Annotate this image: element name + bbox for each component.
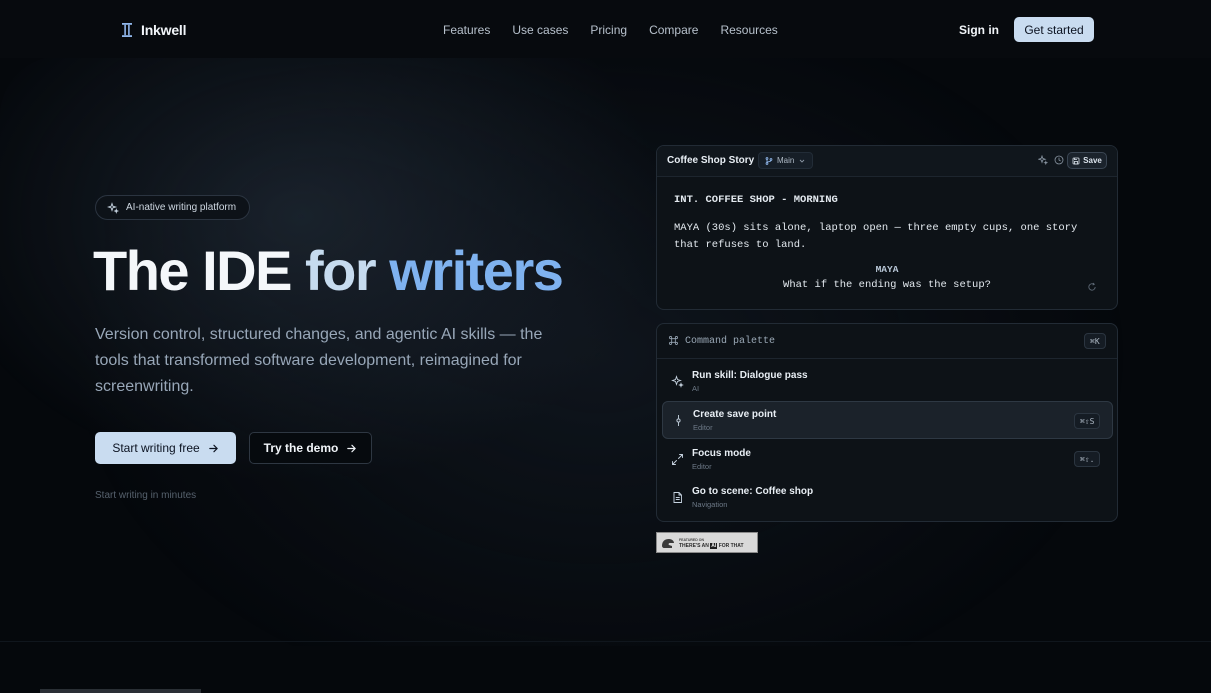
refresh-icon[interactable] bbox=[1087, 282, 1097, 292]
badge-label: AI-native writing platform bbox=[126, 202, 237, 213]
command-name: Run skill: Dialogue pass bbox=[692, 370, 808, 381]
command-shortcut: ⌘⇧S bbox=[1074, 413, 1101, 429]
command-category: Navigation bbox=[692, 500, 728, 509]
branch-name: Main bbox=[777, 156, 795, 165]
robot-hand-icon bbox=[662, 538, 674, 548]
document-title: Coffee Shop Story bbox=[667, 155, 755, 166]
platform-badge: AI-native writing platform bbox=[95, 195, 251, 220]
expand-arrows-icon bbox=[672, 454, 683, 465]
sponsor-text-after: FOR THAT bbox=[718, 542, 744, 549]
theres-an-ai-for-that-badge[interactable]: FEATURED ON THERE'S AN AI FOR THAT bbox=[656, 532, 758, 553]
sign-in-link[interactable]: Sign in bbox=[959, 23, 999, 37]
arrow-right-icon bbox=[347, 444, 357, 452]
character-name: MAYA bbox=[875, 264, 899, 275]
command-create-save-point[interactable]: Create save point Editor ⌘⇧S bbox=[662, 401, 1113, 439]
branch-selector[interactable]: Main bbox=[758, 152, 814, 169]
sponsor-text-ai: AI bbox=[710, 542, 718, 549]
scene-heading: INT. COFFEE SHOP - MORNING bbox=[674, 194, 838, 206]
chevron-down-icon bbox=[800, 159, 805, 163]
nav-links: Features Use cases Pricing Compare Resou… bbox=[443, 23, 778, 37]
command-palette: Command palette ⌘K Run skill: Dialogue p… bbox=[656, 323, 1118, 522]
command-category: AI bbox=[692, 384, 700, 393]
get-started-button[interactable]: Get started bbox=[1014, 17, 1094, 42]
palette-title: Command palette bbox=[685, 336, 776, 347]
git-branch-icon bbox=[765, 156, 773, 165]
hero-title-part1: The IDE bbox=[93, 239, 292, 302]
command-run-skill-dialogue[interactable]: Run skill: Dialogue pass AI bbox=[662, 363, 1113, 401]
sponsor-text: FEATURED ON THERE'S AN AI FOR THAT bbox=[679, 537, 744, 549]
start-writing-label: Start writing free bbox=[112, 441, 200, 455]
hero-title: The IDE for writers bbox=[93, 243, 564, 299]
section-divider bbox=[0, 641, 1211, 642]
save-label: Save bbox=[1083, 156, 1102, 165]
command-name: Go to scene: Coffee shop bbox=[692, 486, 814, 497]
nav-link-resources[interactable]: Resources bbox=[720, 23, 777, 37]
palette-shortcut: ⌘K bbox=[1084, 333, 1106, 349]
command-key-icon bbox=[669, 336, 678, 345]
command-name: Create save point bbox=[693, 409, 777, 420]
command-shortcut: ⌘⇧. bbox=[1074, 451, 1101, 467]
sparkles-icon bbox=[107, 201, 119, 214]
brand-logo[interactable]: Inkwell bbox=[121, 22, 186, 38]
commit-icon bbox=[676, 415, 681, 426]
editor-toolbar bbox=[1038, 155, 1064, 165]
nav-link-pricing[interactable]: Pricing bbox=[590, 23, 627, 37]
arrow-right-icon bbox=[208, 444, 218, 452]
file-text-icon bbox=[673, 492, 682, 503]
inkwell-logo-icon bbox=[122, 23, 132, 37]
action-line: MAYA (30s) sits alone, laptop open — thr… bbox=[674, 222, 1078, 251]
script-editor-card: Coffee Shop Story Main Save INT. COFFEE … bbox=[656, 145, 1118, 310]
ai-sparkles-icon[interactable] bbox=[1038, 155, 1048, 165]
palette-header: Command palette ⌘K bbox=[657, 324, 1117, 359]
hero-title-part2: for bbox=[305, 239, 377, 302]
try-demo-button[interactable]: Try the demo bbox=[249, 432, 372, 464]
dialogue-line: What if the ending was the setup? bbox=[783, 279, 991, 291]
history-clock-icon[interactable] bbox=[1054, 155, 1064, 165]
command-go-to-scene[interactable]: Go to scene: Coffee shop Navigation bbox=[662, 479, 1113, 517]
start-writing-button[interactable]: Start writing free bbox=[95, 432, 236, 464]
command-category: Editor bbox=[693, 423, 713, 432]
try-demo-label: Try the demo bbox=[263, 441, 339, 455]
sponsor-text-before: THERE'S AN bbox=[679, 542, 709, 549]
sparkles-icon bbox=[671, 375, 684, 388]
nav-link-use-cases[interactable]: Use cases bbox=[512, 23, 568, 37]
brand-name: Inkwell bbox=[141, 22, 187, 38]
nav-link-compare[interactable]: Compare bbox=[649, 23, 698, 37]
nav-link-features[interactable]: Features bbox=[443, 23, 490, 37]
save-disk-icon bbox=[1072, 157, 1080, 164]
command-focus-mode[interactable]: Focus mode Editor ⌘⇧. bbox=[662, 441, 1113, 479]
cta-hint: Start writing in minutes bbox=[95, 490, 197, 501]
save-button[interactable]: Save bbox=[1067, 152, 1107, 169]
command-category: Editor bbox=[692, 462, 712, 471]
top-nav: Inkwell Features Use cases Pricing Compa… bbox=[0, 0, 1211, 58]
horizontal-scrollbar[interactable] bbox=[40, 689, 201, 693]
editor-header: Coffee Shop Story Main Save bbox=[657, 146, 1117, 177]
command-name: Focus mode bbox=[692, 448, 751, 459]
hero-subtitle: Version control, structured changes, and… bbox=[95, 326, 543, 395]
hero-title-part3: writers bbox=[389, 239, 564, 302]
